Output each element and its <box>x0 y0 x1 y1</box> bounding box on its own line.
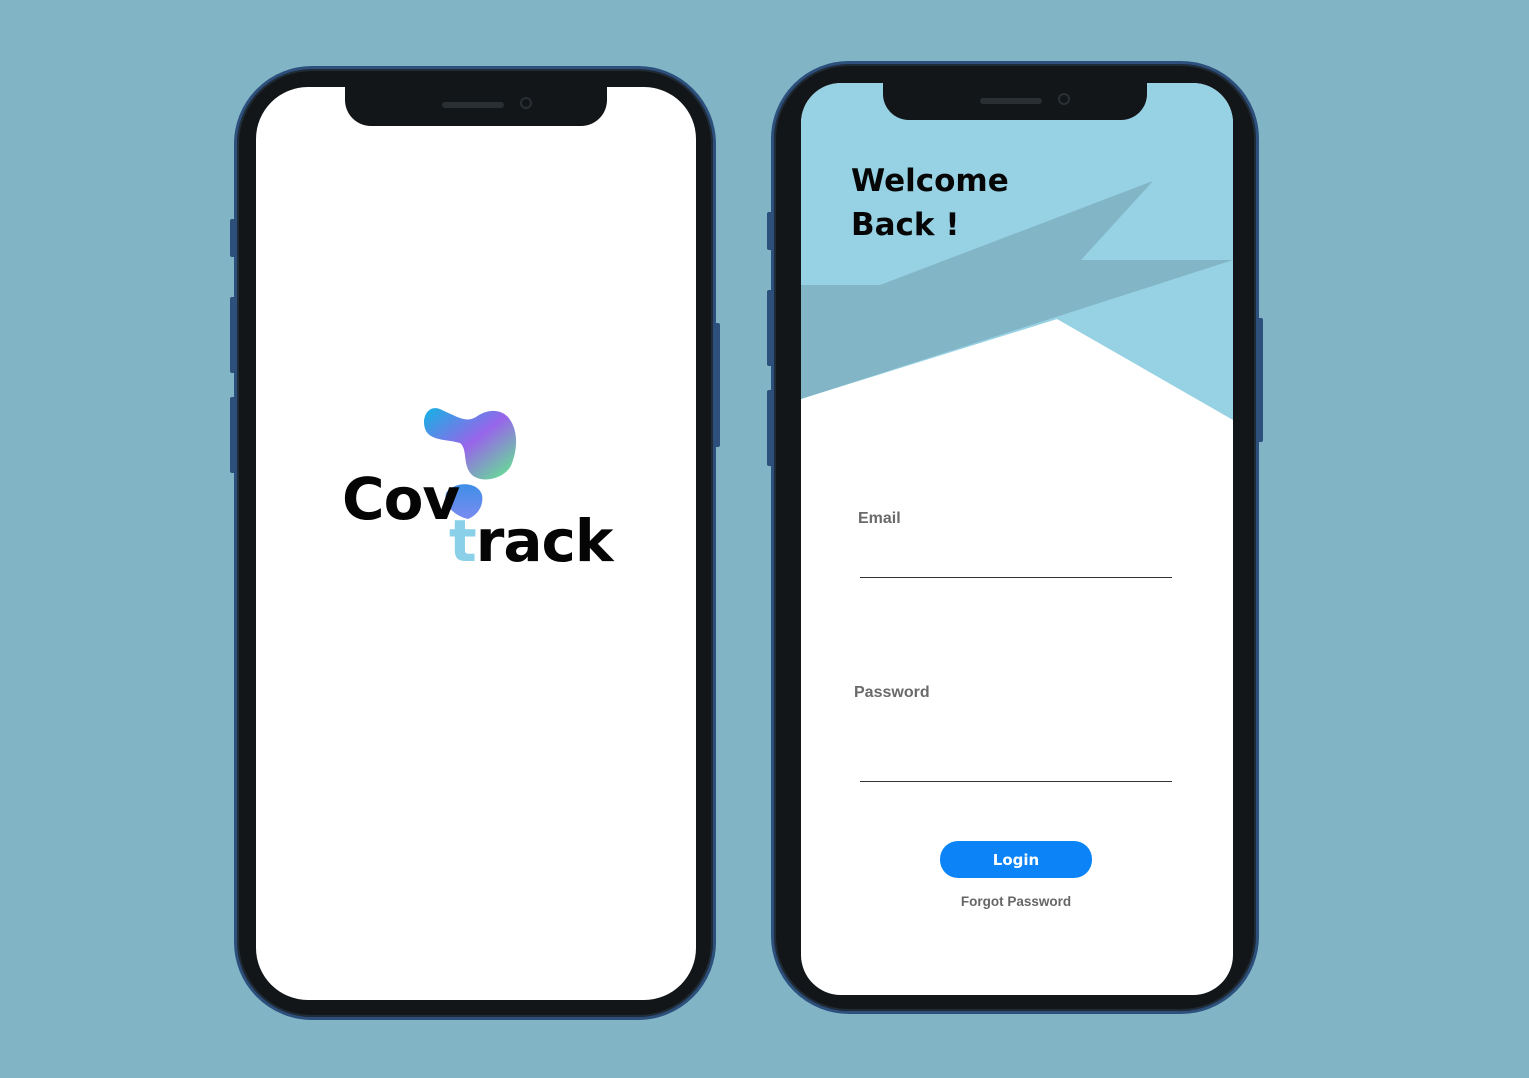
notch <box>883 80 1147 120</box>
email-label: Email <box>858 510 901 527</box>
login-screen: Welcome Back ! Email Password Login Forg… <box>801 83 1233 995</box>
volume-down-button <box>767 390 773 466</box>
logo-text-track: track <box>449 507 614 575</box>
logo-letter-t: t <box>449 507 477 575</box>
speaker-grille-icon <box>980 98 1042 104</box>
logo-text-rack: rack <box>475 507 614 575</box>
logo-text-cov: Cov <box>342 465 460 533</box>
password-field[interactable] <box>860 745 1172 779</box>
volume-up-button <box>230 297 236 373</box>
login-button[interactable]: Login <box>940 841 1092 878</box>
mute-switch <box>767 212 773 250</box>
volume-down-button <box>230 397 236 473</box>
password-label: Password <box>854 684 930 701</box>
email-field[interactable] <box>860 541 1172 575</box>
camera-icon <box>520 97 532 109</box>
page-title: Welcome Back ! <box>851 163 1009 243</box>
password-underline <box>860 781 1172 782</box>
phone-login: Welcome Back ! Email Password Login Forg… <box>767 61 1263 1014</box>
phone-splash: Cov track <box>230 66 720 1020</box>
volume-up-button <box>767 290 773 366</box>
mute-switch <box>230 219 236 257</box>
power-button <box>1257 318 1263 442</box>
speaker-grille-icon <box>442 102 504 108</box>
notch <box>345 84 607 126</box>
power-button <box>714 323 720 447</box>
camera-icon <box>1058 93 1070 105</box>
app-logo: Cov track <box>342 397 622 587</box>
splash-screen: Cov track <box>256 87 696 1000</box>
email-underline <box>860 577 1172 578</box>
header-background <box>801 83 1233 420</box>
forgot-password-link[interactable]: Forgot Password <box>916 894 1116 909</box>
